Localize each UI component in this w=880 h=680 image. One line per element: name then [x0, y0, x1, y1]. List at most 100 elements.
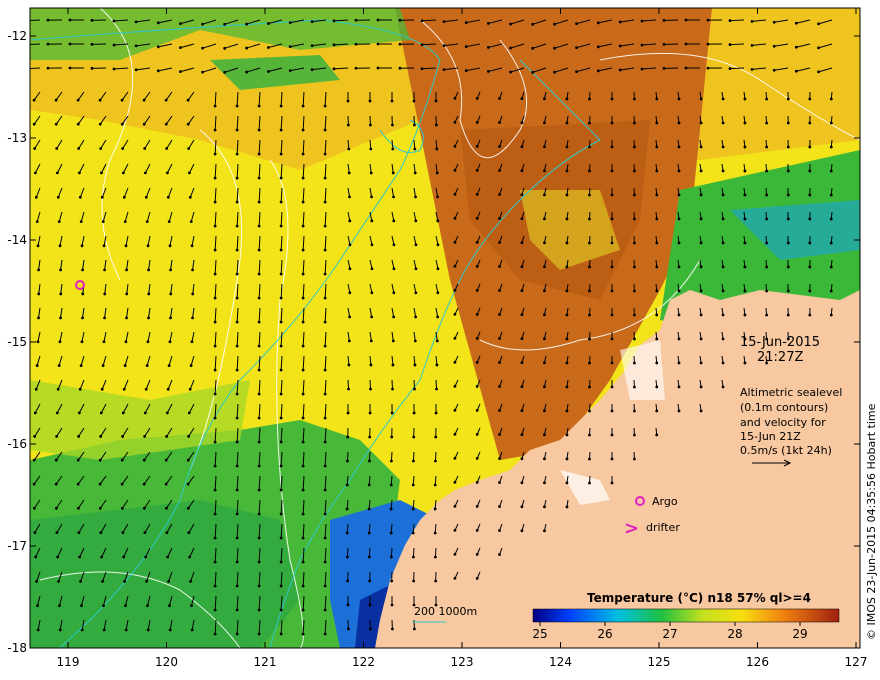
velocity-arrow-head	[36, 628, 40, 632]
velocity-arrow-head	[543, 481, 546, 485]
velocity-arrow-head	[412, 123, 416, 127]
velocity-arrow-head	[301, 296, 305, 300]
velocity-arrow-head	[121, 435, 125, 438]
velocity-arrow-head	[146, 628, 150, 632]
velocity-arrow-head	[191, 292, 195, 296]
velocity-arrow-head	[588, 457, 591, 461]
velocity-arrow-head	[190, 244, 194, 248]
velocity-arrow-head	[543, 409, 546, 413]
velocity-arrow-head	[279, 176, 283, 180]
velocity-arrow-head	[323, 536, 327, 540]
velocity-arrow-head	[829, 313, 833, 317]
velocity-arrow-head	[124, 604, 127, 608]
velocity-arrow-head	[829, 169, 833, 173]
velocity-arrow-head	[808, 145, 812, 149]
velocity-arrow-head	[169, 268, 172, 272]
colorbar-tick-label: 26	[597, 627, 612, 641]
velocity-arrow-head	[235, 248, 239, 252]
velocity-arrow-head	[765, 265, 769, 269]
velocity-arrow-head	[390, 99, 394, 103]
colorbar-tick-label: 27	[662, 627, 677, 641]
velocity-arrow-head	[345, 483, 349, 487]
velocity-arrow-head	[54, 506, 58, 510]
velocity-arrow-head	[168, 244, 172, 248]
velocity-arrow-head	[164, 122, 168, 126]
velocity-arrow-head	[414, 315, 418, 319]
velocity-arrow-head	[633, 241, 636, 245]
colorbar-tick-label: 28	[727, 627, 742, 641]
velocity-arrow-head	[323, 512, 327, 516]
velocity-arrow-head	[655, 433, 659, 437]
velocity-arrow-head	[498, 313, 501, 316]
velocity-arrow-head	[37, 268, 40, 272]
velocity-arrow-head	[80, 340, 84, 344]
velocity-arrow-head	[543, 169, 546, 173]
velocity-arrow-head	[146, 340, 150, 344]
velocity-arrow-head	[103, 292, 107, 296]
velocity-arrow-head	[235, 152, 239, 156]
velocity-arrow-head	[257, 416, 261, 420]
velocity-arrow-head	[36, 340, 40, 344]
velocity-arrow-head	[279, 440, 283, 444]
velocity-arrow-head	[323, 392, 327, 396]
velocity-arrow-head	[520, 385, 524, 389]
velocity-arrow-head	[794, 69, 798, 73]
velocity-arrow-head	[699, 361, 703, 365]
velocity-arrow-head	[78, 387, 82, 391]
velocity-arrow-head	[520, 289, 524, 293]
velocity-arrow-head	[77, 435, 81, 438]
velocity-arrow-head	[565, 289, 569, 293]
velocity-arrow-head	[323, 104, 327, 108]
velocity-arrow-head	[80, 604, 83, 608]
velocity-arrow-head	[354, 18, 358, 22]
velocity-arrow-head	[442, 20, 446, 24]
velocity-arrow-head	[390, 411, 394, 415]
velocity-arrow-head	[655, 169, 659, 173]
velocity-arrow-head	[699, 121, 703, 125]
velocity-arrow-head	[301, 632, 305, 636]
velocity-arrow-head	[498, 265, 501, 268]
velocity-arrow-head	[257, 248, 261, 252]
velocity-arrow-head	[520, 433, 524, 437]
velocity-arrow-head	[123, 220, 127, 224]
velocity-arrow-head	[288, 21, 292, 25]
velocity-arrow-head	[743, 121, 747, 125]
velocity-arrow-head	[453, 336, 457, 340]
velocity-arrow-head	[345, 507, 349, 511]
velocity-arrow-head	[765, 169, 769, 173]
velocity-arrow-head	[808, 217, 812, 221]
velocity-arrow-head	[433, 555, 437, 559]
velocity-arrow	[729, 19, 745, 22]
velocity-arrow-head	[369, 339, 373, 343]
drifter-legend-label: drifter	[646, 521, 680, 534]
velocity-arrow-head	[633, 97, 636, 101]
colorbar-scale	[532, 608, 840, 623]
velocity-arrow-head	[145, 579, 148, 583]
velocity-arrow-head	[434, 411, 438, 415]
velocity-arrow-head	[144, 387, 148, 391]
velocity-arrow-head	[279, 632, 283, 636]
velocity-arrow-head	[147, 268, 150, 272]
velocity-arrow-head	[610, 385, 614, 389]
velocity-arrow-head	[55, 147, 59, 150]
velocity-arrow-head	[144, 171, 147, 175]
velocity-arrow-head	[699, 97, 703, 101]
velocity-arrow-head	[348, 195, 351, 199]
velocity-arrow-head	[34, 171, 37, 175]
velocity-arrow-head	[412, 411, 416, 415]
velocity-arrow-head	[257, 608, 261, 612]
velocity-arrow-head	[565, 433, 569, 437]
velocity-arrow-head	[143, 435, 147, 438]
velocity-arrow-head	[235, 272, 239, 276]
velocity-arrow-head	[235, 416, 239, 420]
velocity-arrow-head	[323, 464, 327, 468]
velocity-arrow-head	[32, 458, 36, 462]
velocity-arrow-head	[166, 387, 170, 391]
velocity-arrow-head	[808, 193, 812, 197]
velocity-arrow-head	[54, 482, 58, 486]
velocity-arrow-head	[99, 435, 103, 438]
velocity-arrow-head	[520, 265, 524, 269]
velocity-arrow-head	[301, 608, 305, 612]
velocity-arrow-head	[213, 512, 217, 516]
argo-legend-label: Argo	[652, 495, 678, 508]
